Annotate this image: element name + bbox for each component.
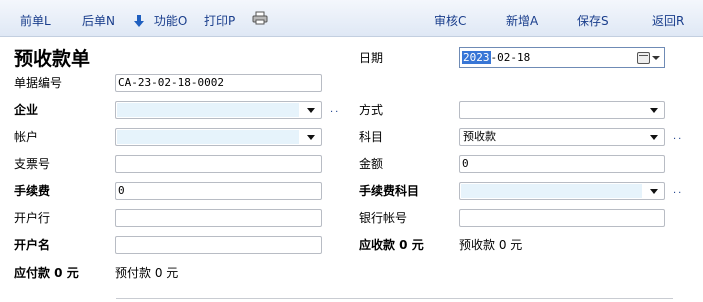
divider xyxy=(116,298,673,299)
dropdown-arrow-icon xyxy=(650,189,658,194)
prev-record-button[interactable]: 前单L xyxy=(20,13,51,29)
enterprise-select-fill xyxy=(117,103,299,117)
cheque-label: 支票号 xyxy=(14,157,51,171)
subject-select[interactable]: 预收款 xyxy=(459,128,665,146)
dropdown-arrow-icon xyxy=(650,135,658,140)
date-dropdown-arrow-icon[interactable] xyxy=(652,56,660,60)
account-select-fill xyxy=(117,130,299,144)
function-button-label: 功能O xyxy=(153,14,188,28)
fee-subject-more-button[interactable]: .. xyxy=(673,185,683,196)
fee-subject-select[interactable] xyxy=(459,182,665,200)
audit-button[interactable]: 审核C xyxy=(434,13,466,29)
date-label: 日期 xyxy=(359,51,384,65)
enterprise-more-button[interactable]: .. xyxy=(330,104,340,115)
return-button[interactable]: 返回R xyxy=(652,13,684,29)
bank-label: 开户行 xyxy=(14,211,51,225)
save-button[interactable]: 保存S xyxy=(577,13,609,29)
enterprise-label: 企业 xyxy=(14,103,39,117)
subject-select-value: 预收款 xyxy=(463,130,496,143)
subject-label: 科目 xyxy=(359,130,384,144)
dropdown-arrow-icon xyxy=(650,108,658,113)
date-picker[interactable]: 2023-02-18 xyxy=(459,47,665,68)
enterprise-select[interactable] xyxy=(115,101,322,119)
account-select[interactable] xyxy=(115,128,322,146)
account-name-label: 开户名 xyxy=(14,238,51,252)
bank-field[interactable] xyxy=(115,209,322,227)
page-title: 预收款单 xyxy=(14,48,91,70)
fee-subject-label: 手续费科目 xyxy=(359,184,420,198)
receivable-summary: 应收款 0 元 xyxy=(359,238,424,252)
function-button[interactable]: 功能O xyxy=(134,13,187,29)
bank-account-field[interactable] xyxy=(459,209,665,227)
add-new-button[interactable]: 新增A xyxy=(506,13,538,29)
printer-icon xyxy=(252,11,268,25)
account-label: 帐户 xyxy=(14,130,39,144)
fee-field[interactable]: 0 xyxy=(115,182,322,200)
dropdown-arrow-icon xyxy=(307,108,315,113)
date-rest: -02-18 xyxy=(490,51,531,64)
amount-label: 金额 xyxy=(359,157,384,171)
subject-more-button[interactable]: .. xyxy=(673,131,683,142)
fee-label: 手续费 xyxy=(14,184,51,198)
docno-field[interactable]: CA-23-02-18-0002 xyxy=(115,74,322,92)
payable-summary: 应付款 0 元 xyxy=(14,266,79,280)
method-label: 方式 xyxy=(359,103,384,117)
account-name-field[interactable] xyxy=(115,236,322,254)
print-preview-button[interactable] xyxy=(252,11,268,27)
fee-subject-select-fill xyxy=(461,184,642,198)
amount-field[interactable]: 0 xyxy=(459,155,665,173)
method-select[interactable] xyxy=(459,101,665,119)
bank-account-label: 银行帐号 xyxy=(359,211,408,225)
toolbar: 前单L 后单N 功能O 打印P 审核C 新增A 保存S 返回R xyxy=(0,0,703,37)
print-button[interactable]: 打印P xyxy=(204,13,235,29)
dropdown-arrow-icon xyxy=(307,135,315,140)
prepaid-summary: 预收款 0 元 xyxy=(459,238,523,252)
date-year-selected: 2023 xyxy=(462,51,491,64)
cheque-field[interactable] xyxy=(115,155,322,173)
calendar-icon[interactable] xyxy=(637,52,650,64)
down-arrow-icon xyxy=(134,15,144,27)
next-record-button[interactable]: 后单N xyxy=(82,13,115,29)
docno-label: 单据编号 xyxy=(14,76,63,90)
prepay-summary: 预付款 0 元 xyxy=(115,266,179,280)
